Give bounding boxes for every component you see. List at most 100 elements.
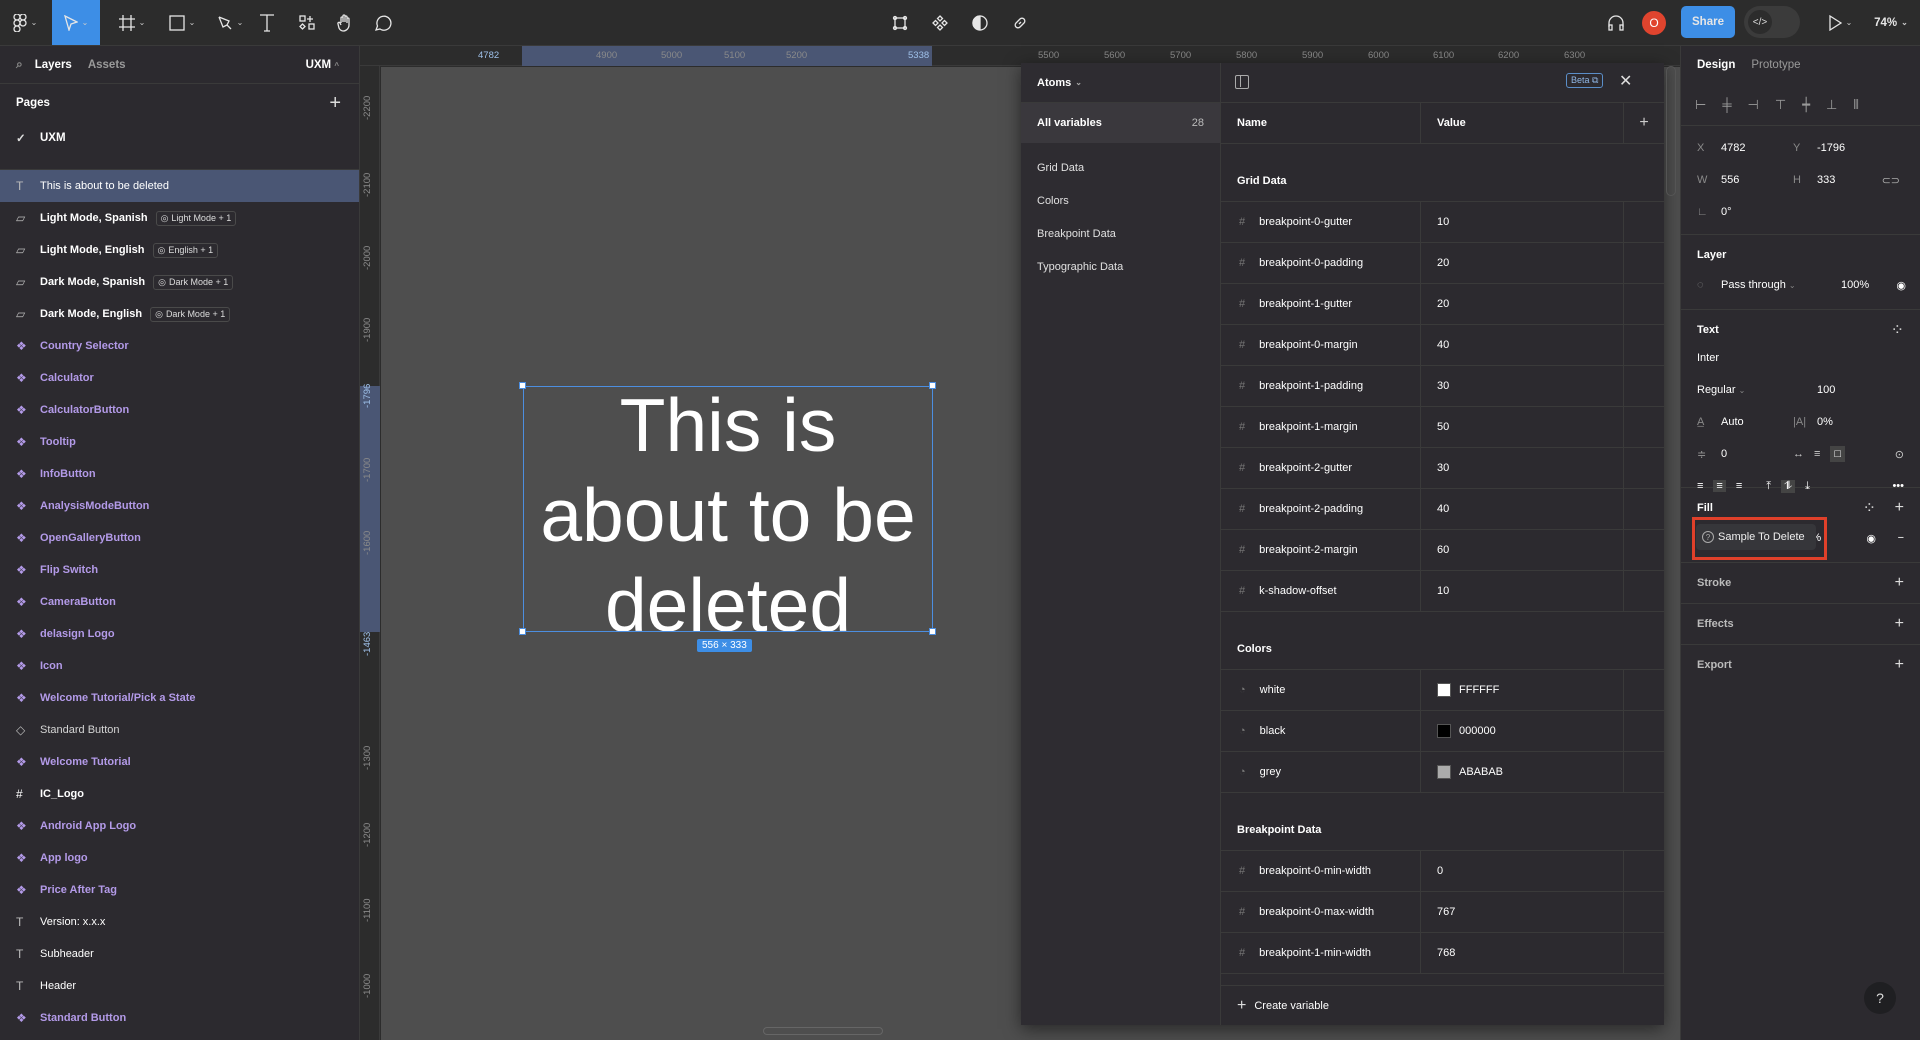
resize-handle-bl[interactable]: [519, 628, 526, 635]
variables-scrollbar[interactable]: [1666, 66, 1676, 196]
layer-item[interactable]: # IC_Logo: [0, 778, 359, 810]
layer-item[interactable]: ❖ Standard Button: [0, 1002, 359, 1034]
variable-name-cell[interactable]: ◔ black: [1221, 711, 1421, 751]
share-button[interactable]: Share: [1681, 6, 1735, 38]
zoom-dropdown[interactable]: 74% ⌄: [1866, 0, 1916, 45]
variable-name-cell[interactable]: # breakpoint-2-padding: [1221, 489, 1421, 529]
resize-handle-tr[interactable]: [929, 382, 936, 389]
font-family-dropdown[interactable]: Inter: [1697, 352, 1719, 364]
variable-row[interactable]: # breakpoint-1-margin 50: [1221, 407, 1664, 448]
variable-group-item[interactable]: Grid Data: [1021, 151, 1220, 184]
dev-mode-toggle[interactable]: </>: [1744, 6, 1800, 38]
rotation-input[interactable]: 0°: [1721, 206, 1732, 218]
comment-tool-button[interactable]: [368, 0, 398, 45]
user-avatar[interactable]: O: [1642, 0, 1666, 45]
distribute-icon[interactable]: ⫴: [1853, 97, 1858, 113]
fill-styles-icon[interactable]: ⁘: [1863, 498, 1876, 518]
layer-item[interactable]: ❖ Welcome Tutorial/Pick a State: [0, 682, 359, 714]
variable-row[interactable]: ◔ black 000000: [1221, 711, 1664, 752]
variable-value-cell[interactable]: 50: [1421, 407, 1624, 447]
tab-design[interactable]: Design: [1697, 59, 1735, 71]
eye-icon[interactable]: ◉: [1896, 279, 1906, 292]
variable-group-item[interactable]: Typographic Data: [1021, 250, 1220, 283]
layer-item[interactable]: ❖ Calculator: [0, 362, 359, 394]
hand-tool-button[interactable]: [330, 0, 360, 45]
layer-item[interactable]: ❖ delasign Logo: [0, 618, 359, 650]
selection-box[interactable]: [523, 386, 933, 632]
resize-handle-tl[interactable]: [519, 382, 526, 389]
variable-value-cell[interactable]: 10: [1421, 202, 1624, 242]
close-icon[interactable]: ✕: [1619, 71, 1632, 91]
add-fill-button[interactable]: +: [1895, 499, 1904, 517]
variable-name-cell[interactable]: # k-shadow-offset: [1221, 571, 1421, 611]
variable-row[interactable]: # breakpoint-0-max-width 767: [1221, 892, 1664, 933]
present-button[interactable]: ⌄: [1820, 0, 1860, 45]
align-top-icon[interactable]: ⊤: [1775, 97, 1786, 113]
layer-item[interactable]: ❖ Android App Logo: [0, 810, 359, 842]
variable-name-cell[interactable]: # breakpoint-1-padding: [1221, 366, 1421, 406]
font-size-input[interactable]: 100: [1817, 384, 1835, 396]
help-button[interactable]: ?: [1864, 982, 1896, 1014]
variable-group-item[interactable]: Breakpoint Data: [1021, 217, 1220, 250]
y-input[interactable]: -1796: [1817, 142, 1845, 154]
align-bottom-icon[interactable]: ⊥: [1826, 97, 1837, 113]
layer-item[interactable]: T Header: [0, 970, 359, 1002]
variable-value-cell[interactable]: 30: [1421, 448, 1624, 488]
add-mode-button[interactable]: +: [1624, 103, 1664, 143]
dark-mode-toggle[interactable]: [968, 0, 992, 45]
variable-name-cell[interactable]: # breakpoint-0-margin: [1221, 325, 1421, 365]
main-menu-button[interactable]: ⌄: [6, 0, 44, 45]
text-styles-icon[interactable]: ⁘: [1891, 320, 1904, 340]
layer-item[interactable]: ❖ InfoButton: [0, 458, 359, 490]
tab-prototype[interactable]: Prototype: [1751, 59, 1800, 71]
resize-handle-br[interactable]: [929, 628, 936, 635]
horizontal-scrollbar[interactable]: [763, 1027, 883, 1035]
layer-item[interactable]: ❖ Price After Tag: [0, 874, 359, 906]
x-input[interactable]: 4782: [1721, 142, 1793, 154]
variable-name-cell[interactable]: # breakpoint-0-max-width: [1221, 892, 1421, 932]
layer-item[interactable]: ◇ Standard Button: [0, 714, 359, 746]
variable-name-cell[interactable]: # breakpoint-1-margin: [1221, 407, 1421, 447]
align-center-h-icon[interactable]: ╪: [1722, 97, 1731, 112]
layer-item[interactable]: ❖ Country Selector: [0, 330, 359, 362]
pen-tool-button[interactable]: ⌄: [206, 0, 254, 45]
variable-name-cell[interactable]: # breakpoint-0-gutter: [1221, 202, 1421, 242]
layer-item[interactable]: T Version: x.x.x: [0, 906, 359, 938]
width-input[interactable]: 556: [1721, 174, 1793, 186]
color-swatch[interactable]: [1437, 683, 1451, 697]
align-right-icon[interactable]: ⊣: [1748, 97, 1759, 113]
shape-tool-button[interactable]: ⌄: [158, 0, 206, 45]
layer-item[interactable]: ▱ Dark Mode, English ◎ Dark Mode + 1: [0, 298, 359, 330]
layer-item[interactable]: ❖ Welcome Tutorial: [0, 746, 359, 778]
variable-row[interactable]: # k-shadow-offset 10: [1221, 571, 1664, 612]
layer-item[interactable]: T Subheader: [0, 938, 359, 970]
frame-tool-button[interactable]: ⌄: [108, 0, 156, 45]
color-swatch[interactable]: [1437, 724, 1451, 738]
line-height-input[interactable]: Auto: [1721, 416, 1793, 428]
layer-item[interactable]: ❖ Icon: [0, 650, 359, 682]
add-effect-button[interactable]: +: [1895, 615, 1904, 633]
auto-width-icon[interactable]: ↔: [1793, 448, 1804, 460]
remove-fill-button[interactable]: −: [1898, 532, 1904, 544]
variable-name-cell[interactable]: # breakpoint-0-padding: [1221, 243, 1421, 283]
variable-row[interactable]: # breakpoint-0-gutter 10: [1221, 202, 1664, 243]
layer-item[interactable]: ❖ App logo: [0, 842, 359, 874]
paragraph-spacing-input[interactable]: 0: [1721, 448, 1793, 460]
layer-item[interactable]: ▱ Dark Mode, Spanish ◎ Dark Mode + 1: [0, 266, 359, 298]
layer-item[interactable]: ❖ OpenGalleryButton: [0, 522, 359, 554]
variable-row[interactable]: # breakpoint-0-min-width 0: [1221, 851, 1664, 892]
variable-name-cell[interactable]: # breakpoint-2-margin: [1221, 530, 1421, 570]
all-variables-item[interactable]: All variables 28: [1021, 103, 1220, 143]
sidebar-toggle-icon[interactable]: [1235, 75, 1249, 89]
layer-item[interactable]: ▱ Light Mode, English ◎ English + 1: [0, 234, 359, 266]
layer-item[interactable]: ❖ AnalysisModeButton: [0, 490, 359, 522]
resources-button[interactable]: [292, 0, 322, 45]
variable-group-item[interactable]: Colors: [1021, 184, 1220, 217]
variable-name-cell[interactable]: ◔ grey: [1221, 752, 1421, 792]
layer-item[interactable]: ❖ CameraButton: [0, 586, 359, 618]
variable-row[interactable]: # breakpoint-1-padding 30: [1221, 366, 1664, 407]
page-item[interactable]: ✓ UXM: [0, 122, 359, 154]
variable-mode-badge[interactable]: ◎ English + 1: [152, 242, 219, 258]
variable-value-cell[interactable]: 000000: [1421, 711, 1624, 751]
add-page-button[interactable]: +: [329, 92, 341, 115]
